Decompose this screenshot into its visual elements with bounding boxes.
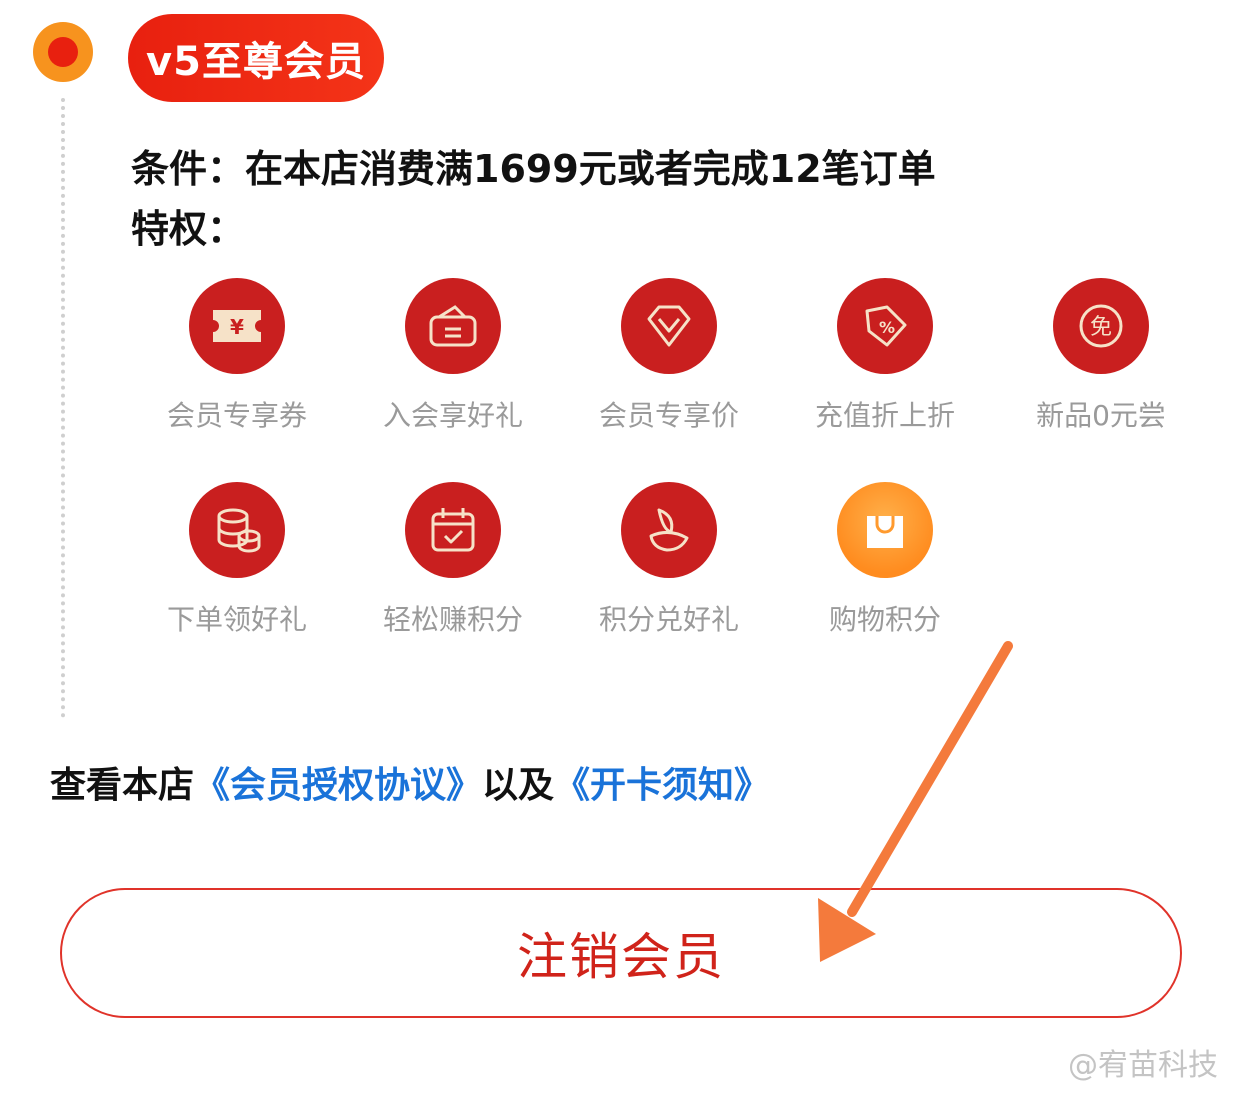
agreement-prefix: 查看本店 bbox=[50, 765, 195, 806]
perk-label: 下单领好礼 bbox=[166, 603, 307, 636]
perk-item[interactable]: 购物积分 bbox=[785, 482, 985, 638]
coins-icon bbox=[189, 482, 285, 578]
perk-item[interactable]: ¥ 会员专享券 bbox=[137, 278, 337, 434]
svg-text:%: % bbox=[879, 318, 895, 337]
free-icon: 免 bbox=[1053, 278, 1149, 374]
perk-item[interactable]: % 充值折上折 bbox=[785, 278, 985, 434]
condition-text: 条件：在本店消费满1699元或者完成12笔订单 bbox=[131, 147, 936, 191]
member-authorization-agreement-link[interactable]: 《会员授权协议》 bbox=[194, 765, 482, 806]
level-badge: v5至尊会员 bbox=[128, 14, 384, 102]
svg-text:¥: ¥ bbox=[230, 315, 244, 339]
timeline-line bbox=[61, 98, 65, 718]
perk-label: 会员专享券 bbox=[166, 399, 307, 432]
perk-label: 会员专享价 bbox=[598, 399, 739, 432]
perk-label: 轻松赚积分 bbox=[382, 603, 523, 636]
perk-item[interactable]: 会员专享价 bbox=[569, 278, 769, 434]
privilege-title: 特权： bbox=[131, 207, 246, 251]
discount-tag-icon: % bbox=[837, 278, 933, 374]
perk-item[interactable]: 入会享好礼 bbox=[353, 278, 553, 434]
timeline-dot bbox=[33, 22, 93, 82]
calendar-check-icon bbox=[405, 482, 501, 578]
perk-label: 充值折上折 bbox=[814, 399, 955, 432]
wallet-icon bbox=[405, 278, 501, 374]
perk-item[interactable]: 轻松赚积分 bbox=[353, 482, 553, 638]
perk-item[interactable]: 积分兑好礼 bbox=[569, 482, 769, 638]
agreement-text: 查看本店《会员授权协议》以及《开卡须知》 bbox=[50, 756, 770, 808]
card-opening-notice-link[interactable]: 《开卡须知》 bbox=[554, 765, 770, 806]
perk-label: 新品0元尝 bbox=[1036, 399, 1166, 432]
watermark: @宥苗科技 bbox=[1068, 1048, 1218, 1083]
coupon-icon: ¥ bbox=[189, 278, 285, 374]
agreement-middle: 以及 bbox=[482, 765, 555, 806]
cancel-membership-button[interactable]: 注销会员 bbox=[60, 888, 1182, 1018]
svg-text:免: 免 bbox=[1090, 315, 1112, 340]
perk-label: 积分兑好礼 bbox=[598, 603, 739, 636]
perk-item[interactable]: 免 新品0元尝 bbox=[1001, 278, 1201, 434]
gift-icon bbox=[621, 482, 717, 578]
perk-label: 入会享好礼 bbox=[382, 399, 523, 432]
diamond-icon bbox=[621, 278, 717, 374]
perk-item[interactable]: 下单领好礼 bbox=[137, 482, 337, 638]
shopping-bag-icon bbox=[837, 482, 933, 578]
perk-label: 购物积分 bbox=[828, 603, 941, 636]
